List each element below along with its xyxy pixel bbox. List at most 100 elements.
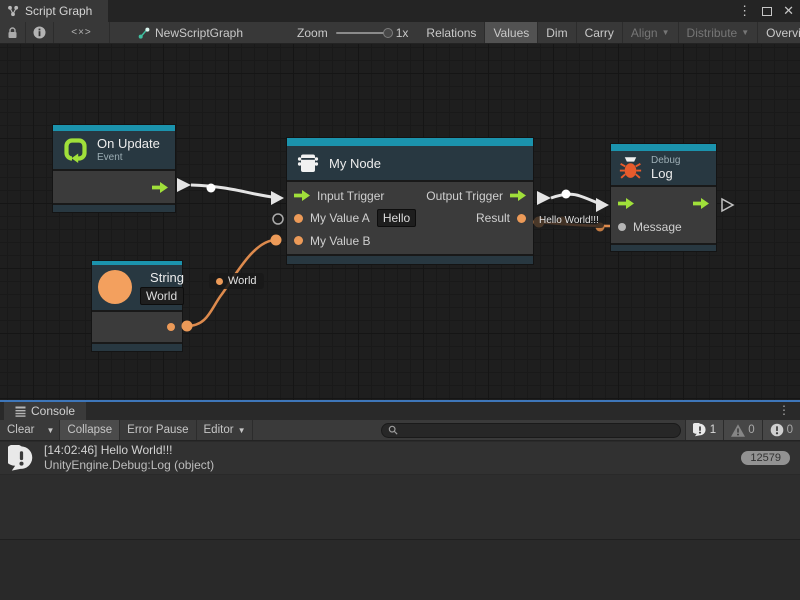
log-info-bubble-icon bbox=[8, 445, 35, 472]
my-node-icon bbox=[295, 150, 321, 176]
value-bubble-label: World bbox=[228, 275, 257, 287]
close-button[interactable]: ✕ bbox=[783, 3, 794, 19]
unconnected-port-ring bbox=[273, 214, 283, 224]
search-icon bbox=[388, 425, 398, 435]
chevron-down-icon: ▼ bbox=[741, 28, 749, 37]
wire-start-arrow bbox=[537, 191, 551, 205]
error-pause-toggle[interactable]: Error Pause bbox=[120, 420, 196, 440]
node-footer bbox=[287, 254, 533, 264]
tab-script-graph[interactable]: Script Graph bbox=[0, 0, 108, 22]
console-icon bbox=[15, 406, 26, 417]
continue-arrow-outline bbox=[722, 199, 733, 211]
error-pause-label: Error Pause bbox=[127, 424, 188, 436]
wire-endpoint bbox=[271, 235, 282, 246]
port-string-out[interactable] bbox=[167, 323, 175, 331]
wire-pulse-dot bbox=[207, 184, 216, 193]
chevron-down-icon: ▼ bbox=[238, 426, 246, 435]
value-bubble-world: World bbox=[209, 273, 264, 289]
node-title: My Node bbox=[329, 156, 381, 171]
node-title: On Update bbox=[97, 136, 160, 151]
node-accent-bar bbox=[287, 138, 533, 146]
collapse-count-badge: 12579 bbox=[741, 451, 790, 465]
graph-breadcrumb[interactable]: NewScriptGraph bbox=[128, 22, 253, 43]
tab-console[interactable]: Console bbox=[4, 402, 86, 420]
wire-endpoint bbox=[182, 321, 193, 332]
node-string[interactable]: String World bbox=[92, 261, 182, 351]
log-entry[interactable]: [14:02:46] Hello World!!! UnityEngine.De… bbox=[0, 442, 800, 475]
port-my-value-a[interactable] bbox=[294, 214, 303, 223]
window-menu-button[interactable]: ⋮ bbox=[738, 3, 751, 19]
value-bubble-hello-world: Hello World!!! bbox=[534, 213, 604, 228]
node-category: Debug bbox=[651, 155, 680, 166]
relations-label: Relations bbox=[426, 26, 476, 40]
tab-script-graph-label: Script Graph bbox=[25, 4, 92, 18]
maximize-button[interactable] bbox=[762, 7, 772, 16]
zoom-slider[interactable] bbox=[336, 32, 388, 34]
clear-label: Clear bbox=[7, 424, 34, 436]
console-detail-pane bbox=[0, 540, 800, 600]
carry-button[interactable]: Carry bbox=[577, 22, 623, 43]
port-input-trigger[interactable] bbox=[294, 190, 310, 201]
port-result[interactable] bbox=[517, 214, 526, 223]
exec-wire bbox=[551, 194, 600, 204]
zoom-label: Zoom bbox=[297, 26, 328, 40]
align-dropdown[interactable]: Align▼ bbox=[623, 22, 679, 43]
string-value-field[interactable]: World bbox=[140, 287, 184, 305]
values-label: Values bbox=[493, 26, 529, 40]
zoom-slider-handle[interactable] bbox=[383, 28, 393, 38]
overview-button[interactable]: Overview bbox=[758, 22, 800, 43]
collapse-toggle[interactable]: Collapse bbox=[60, 420, 120, 440]
clear-button[interactable]: Clear bbox=[0, 420, 41, 440]
console-menu-button[interactable]: ⋮ bbox=[778, 403, 790, 417]
zoom-value: 1x bbox=[396, 26, 409, 40]
port-label: My Value A bbox=[310, 211, 370, 225]
info-button[interactable] bbox=[26, 22, 54, 43]
clear-dropdown[interactable]: ▼ bbox=[41, 420, 60, 440]
console-log-list[interactable]: [14:02:46] Hello World!!! UnityEngine.De… bbox=[0, 442, 800, 539]
error-count-toggle[interactable]: 0 bbox=[762, 420, 800, 440]
node-footer bbox=[92, 342, 182, 351]
on-update-loop-icon bbox=[62, 136, 89, 163]
exec-arrow-icon bbox=[152, 182, 168, 193]
exec-wire bbox=[191, 185, 278, 198]
console-search[interactable] bbox=[381, 423, 681, 438]
distribute-dropdown[interactable]: Distribute▼ bbox=[679, 22, 759, 43]
value-dot bbox=[216, 278, 223, 285]
edit-code-button[interactable]: <×> bbox=[54, 22, 110, 43]
port-label: My Value B bbox=[310, 234, 370, 248]
dim-button[interactable]: Dim bbox=[538, 22, 576, 43]
port-label: Output Trigger bbox=[426, 189, 503, 203]
port-output-trigger[interactable] bbox=[510, 190, 526, 201]
error-count: 0 bbox=[787, 424, 793, 436]
warning-count-toggle[interactable]: 0 bbox=[723, 420, 761, 440]
my-value-a-field[interactable]: Hello bbox=[377, 209, 416, 227]
port-on-update-out[interactable] bbox=[152, 182, 168, 193]
node-footer bbox=[611, 243, 716, 251]
editor-dropdown[interactable]: Editor ▼ bbox=[197, 420, 254, 440]
node-title: Log bbox=[651, 166, 680, 181]
code-icon: <×> bbox=[71, 27, 92, 38]
node-title: String bbox=[150, 270, 184, 285]
port-debug-out[interactable] bbox=[693, 198, 709, 209]
node-on-update[interactable]: On Update Event bbox=[53, 125, 175, 212]
graph-canvas[interactable]: On Update Event My Node bbox=[0, 44, 800, 400]
graph-toolbar: <×> NewScriptGraph Zoom 1x Relations Val… bbox=[0, 22, 800, 44]
lock-button[interactable] bbox=[0, 22, 26, 43]
port-debug-in[interactable] bbox=[618, 198, 634, 209]
editor-label: Editor bbox=[204, 424, 234, 436]
string-literal-icon bbox=[98, 270, 132, 304]
port-message[interactable] bbox=[618, 223, 626, 231]
lock-icon bbox=[7, 27, 18, 39]
search-input[interactable] bbox=[403, 424, 674, 436]
port-my-value-b[interactable] bbox=[294, 236, 303, 245]
error-icon bbox=[770, 423, 784, 437]
relations-button[interactable]: Relations bbox=[418, 22, 485, 43]
node-subtitle: Event bbox=[97, 152, 160, 163]
node-my-node[interactable]: My Node Input Trigger Output Trigger My … bbox=[287, 138, 533, 264]
node-debug-log[interactable]: Debug Log Message bbox=[611, 144, 716, 251]
chevron-down-icon: ▼ bbox=[662, 28, 670, 37]
warning-count: 0 bbox=[748, 424, 754, 436]
value-bubble-label: Hello World!!! bbox=[539, 215, 599, 226]
info-count-toggle[interactable]: 1 bbox=[685, 420, 723, 440]
values-button[interactable]: Values bbox=[485, 22, 538, 43]
